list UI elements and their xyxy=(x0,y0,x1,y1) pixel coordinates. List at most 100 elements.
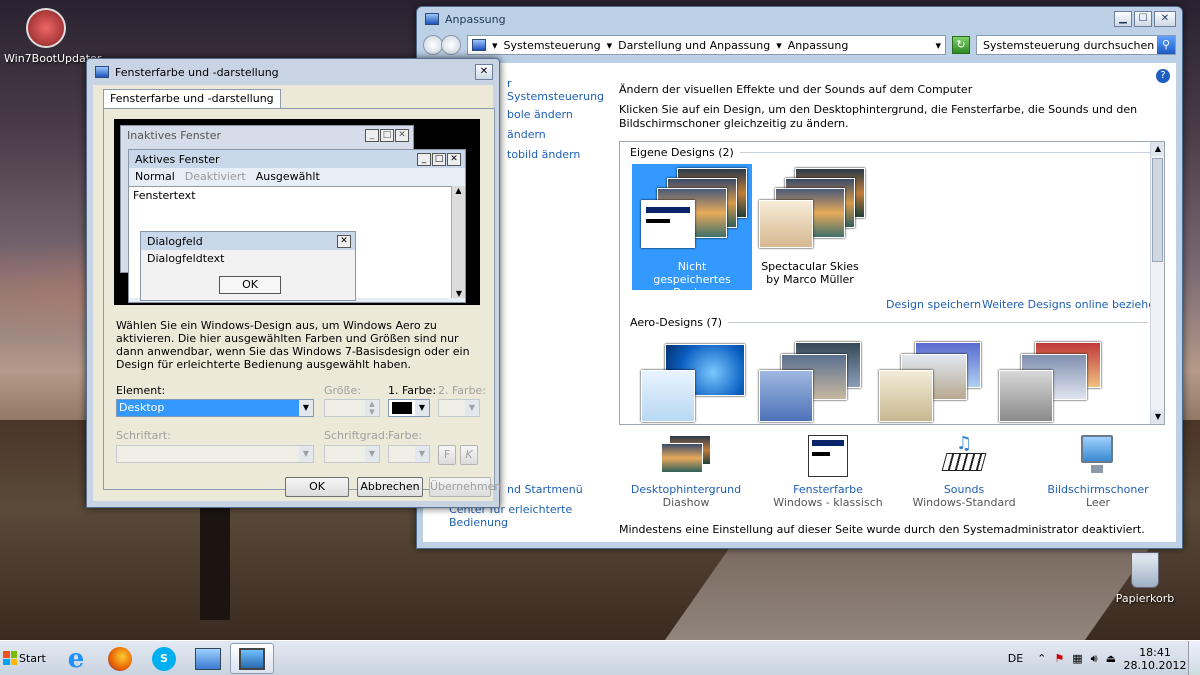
preview-message-box[interactable]: Dialogfeld ✕ Dialogfeldtext OK xyxy=(140,231,356,301)
maximize-button[interactable]: ☐ xyxy=(1134,11,1152,27)
back-button[interactable] xyxy=(423,35,443,55)
desktop-icon-win7bootupdater[interactable]: Win7BootUpdater xyxy=(4,8,101,65)
theme-label: Nicht gespeichertes Design xyxy=(653,260,731,299)
theme-aero-characters[interactable] xyxy=(870,338,990,424)
taskbar-control-panel[interactable] xyxy=(186,643,230,674)
preview-menu-disabled[interactable]: Deaktiviert xyxy=(185,170,246,183)
breadcrumb-arrow-icon[interactable]: ▾ xyxy=(607,39,613,52)
usb-icon[interactable]: ⏏ xyxy=(1106,652,1116,665)
link-ease-of-access-2[interactable]: Bedienung xyxy=(449,516,508,529)
theme-aero-landscapes[interactable] xyxy=(990,338,1110,424)
refresh-button[interactable]: ↻ xyxy=(952,36,970,54)
element-selected-value: Desktop xyxy=(117,400,299,416)
breadcrumb-item[interactable]: Systemsteuerung xyxy=(504,39,601,52)
setting-title[interactable]: Desktophintergrund xyxy=(611,483,761,496)
desktop-background-icon xyxy=(661,435,711,475)
breadcrumb-arrow-icon[interactable]: ▾ xyxy=(776,39,782,52)
icon-part xyxy=(812,440,844,446)
setting-title[interactable]: Bildschirmschoner xyxy=(1023,483,1173,496)
preview-window-text: Fenstertext xyxy=(133,189,196,202)
setting-title[interactable]: Sounds xyxy=(889,483,1039,496)
page-subheading: Klicken Sie auf ein Design, um den Deskt… xyxy=(619,103,1138,130)
clock[interactable]: 18:41 28.10.2012 xyxy=(1122,646,1188,672)
dialog-titlebar[interactable]: Fensterfarbe und -darstellung ✕ xyxy=(87,59,499,85)
cancel-button[interactable]: Abbrechen xyxy=(357,477,423,497)
help-icon[interactable]: ? xyxy=(1156,69,1170,83)
tab-window-color[interactable]: Fensterfarbe und -darstellung xyxy=(103,89,281,109)
scroll-up-icon[interactable]: ▲ xyxy=(1151,142,1164,156)
taskbar-skype[interactable]: S xyxy=(142,643,186,674)
window-color-swatch xyxy=(759,200,813,248)
sounds-setting[interactable]: ♫ Sounds Windows-Standard xyxy=(889,433,1039,509)
gallery-scrollbar[interactable]: ▲ ▼ xyxy=(1150,142,1164,424)
history-dropdown-icon[interactable]: ▾ xyxy=(935,39,941,52)
window-color-setting[interactable]: Fensterfarbe Windows - klassisch xyxy=(753,435,903,509)
taskbar-internet-explorer[interactable]: e xyxy=(54,643,98,674)
link-desktop-icons[interactable]: bole ändern xyxy=(507,108,573,121)
address-bar-row: ▾ Systemsteuerung ▾ Darstellung und Anpa… xyxy=(417,31,1182,59)
theme-unsaved[interactable]: Nicht gespeichertes Design xyxy=(632,164,752,299)
preview-active-title: Aktives Fenster xyxy=(135,152,220,166)
swatch-titlebar xyxy=(646,207,690,213)
link-mouse-pointers[interactable]: ändern xyxy=(507,128,546,141)
breadcrumb[interactable]: ▾ Systemsteuerung ▾ Darstellung und Anpa… xyxy=(467,35,946,55)
element-select[interactable]: Desktop ▼ xyxy=(116,399,314,417)
more-themes-online-link[interactable]: Weitere Designs online beziehen xyxy=(982,298,1162,311)
color1-picker[interactable]: ▼ xyxy=(388,399,430,417)
screensaver-setting[interactable]: Bildschirmschoner Leer xyxy=(1023,435,1173,509)
ok-button[interactable]: OK xyxy=(285,477,349,497)
theme-spectacular-skies[interactable]: Spectacular Skies by Marco Müller xyxy=(750,164,870,290)
control-panel-icon xyxy=(425,13,439,25)
dialog-close-button[interactable]: ✕ xyxy=(475,64,493,80)
clock-time: 18:41 xyxy=(1139,645,1171,659)
show-desktop-button[interactable] xyxy=(1188,641,1200,675)
volume-icon[interactable]: 🔊︎ xyxy=(1091,652,1098,666)
link-account-picture[interactable]: tobild ändern xyxy=(507,148,580,161)
minimize-button[interactable]: ▁ xyxy=(1114,11,1132,27)
wallpaper-road xyxy=(664,540,1156,640)
search-input[interactable]: Systemsteuerung durchsuchen ⚲ xyxy=(976,35,1176,55)
scroll-thumb[interactable] xyxy=(1152,158,1163,262)
taskbar-window-color[interactable] xyxy=(230,643,274,674)
preview-menu-selected[interactable]: Ausgewählt xyxy=(256,170,320,183)
forward-button[interactable] xyxy=(441,35,461,55)
start-button[interactable]: Start xyxy=(0,643,48,673)
icon-part xyxy=(941,453,987,471)
taskbar-firefox[interactable] xyxy=(98,643,142,674)
appearance-preview[interactable]: Inaktives Fenster _ □ ✕ Aktives Fenster _ □… xyxy=(114,119,480,305)
preview-scrollbar[interactable]: ▲ ▼ xyxy=(451,186,465,298)
save-theme-link[interactable]: Design speichern xyxy=(886,298,981,311)
theme-aero-windows7[interactable] xyxy=(632,338,752,424)
chevron-down-icon[interactable]: ▼ xyxy=(415,400,429,416)
color2-label: 2. Farbe: xyxy=(438,384,487,397)
setting-value: Diashow xyxy=(662,496,710,509)
close-icon: ✕ xyxy=(447,152,461,166)
window-color-swatch xyxy=(999,370,1053,422)
preview-ok-button[interactable]: OK xyxy=(219,276,281,294)
show-hidden-icons-icon[interactable]: ⌃ xyxy=(1037,652,1046,665)
preview-active-titlebar[interactable]: Aktives Fenster _ □ ✕ xyxy=(129,150,465,168)
theme-aero-architecture[interactable] xyxy=(750,338,870,424)
preview-message-titlebar[interactable]: Dialogfeld ✕ xyxy=(141,232,355,250)
search-placeholder: Systemsteuerung durchsuchen xyxy=(983,38,1155,52)
chevron-down-icon[interactable]: ▼ xyxy=(299,400,313,416)
preview-menu-normal[interactable]: Normal xyxy=(135,170,175,183)
dialog-body: Fensterfarbe und -darstellung Inaktives … xyxy=(93,85,501,501)
close-button[interactable]: ✕ xyxy=(1154,11,1176,27)
setting-title[interactable]: Fensterfarbe xyxy=(753,483,903,496)
network-icon[interactable]: ▦ xyxy=(1072,652,1082,665)
breadcrumb-item[interactable]: Anpassung xyxy=(788,39,849,52)
language-indicator[interactable]: DE xyxy=(1008,652,1023,665)
link-control-panel-home[interactable]: r Systemsteuerung xyxy=(507,77,604,103)
action-center-icon[interactable]: ⚑ xyxy=(1054,652,1064,665)
desktop-icon-papierkorb[interactable]: Papierkorb xyxy=(1110,552,1180,605)
scroll-up-icon: ▲ xyxy=(455,186,462,195)
breadcrumb-arrow-icon[interactable]: ▾ xyxy=(492,39,498,52)
link-taskbar-startmenu[interactable]: nd Startmenü xyxy=(507,483,583,496)
desktop-background-setting[interactable]: Desktophintergrund Diashow xyxy=(611,435,761,509)
anpassung-titlebar[interactable]: Anpassung ▁ ☐ ✕ xyxy=(417,7,1182,31)
breadcrumb-item[interactable]: Darstellung und Anpassung xyxy=(618,39,770,52)
preview-inactive-titlebar[interactable]: Inaktives Fenster _ □ ✕ xyxy=(121,126,413,144)
search-icon[interactable]: ⚲ xyxy=(1157,36,1175,54)
scroll-down-icon[interactable]: ▼ xyxy=(1151,410,1164,424)
